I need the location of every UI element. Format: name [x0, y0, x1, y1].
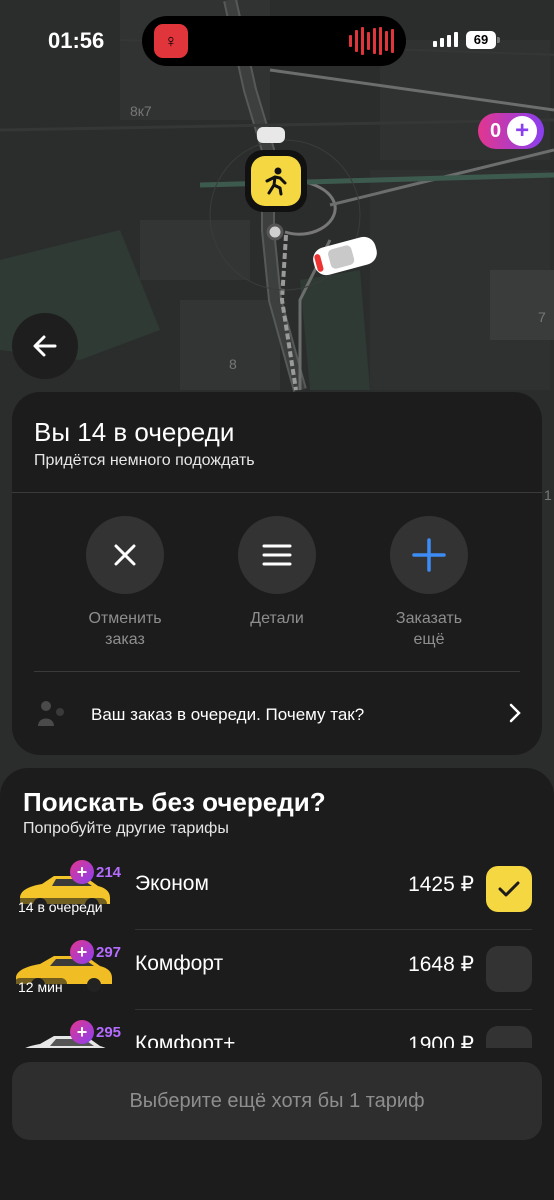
order-more-button[interactable]: Заказать ещё — [359, 516, 499, 650]
other-tariffs-title: Поискать без очереди? — [23, 787, 326, 817]
cancel-label: заказ — [105, 631, 145, 648]
queue-subtitle: Придётся немного подождать — [34, 452, 255, 469]
plus-cashback-badge: +214 — [70, 860, 121, 884]
map-label: 1 — [544, 487, 552, 503]
order-more-label: ещё — [413, 631, 445, 648]
plus-points-button[interactable]: 0 + — [478, 113, 544, 149]
why-in-queue-link[interactable]: Ваш заказ в очереди. Почему так? — [91, 705, 364, 725]
arrow-left-icon — [33, 335, 57, 357]
order-button[interactable]: Выберите ещё хотя бы 1 тариф — [12, 1062, 542, 1140]
pickup-pin[interactable] — [245, 150, 307, 212]
signal-icon — [433, 32, 458, 47]
cancel-order-button[interactable]: Отменить заказ — [55, 516, 195, 650]
recording-app-icon: ♀ — [154, 24, 188, 58]
tariff-checkbox[interactable] — [486, 946, 532, 992]
tariff-row-econom[interactable]: +214 14 в очереди Эконом 1425 ₽ — [0, 850, 554, 930]
plus-points-count: 0 — [490, 119, 502, 142]
tariff-name: Комфорт — [135, 952, 224, 975]
cancel-label: Отменить — [88, 610, 162, 627]
map-label: 7 — [538, 309, 546, 325]
status-time: 01:56 — [48, 28, 105, 53]
dynamic-island[interactable]: ♀ — [142, 16, 406, 66]
other-tariffs-subtitle: Попробуйте другие тарифы — [23, 820, 229, 837]
tariff-price: 1648 ₽ — [408, 953, 474, 976]
checkmark-icon — [498, 881, 520, 897]
battery-icon: 69 — [466, 31, 496, 49]
cashback-points: 295 — [96, 1023, 122, 1041]
tariff-checkbox[interactable] — [486, 866, 532, 912]
divider — [34, 671, 520, 672]
order-more-label: Заказать — [395, 610, 463, 627]
tariff-name: Эконом — [135, 872, 209, 895]
divider — [12, 492, 542, 493]
map-label: 8к7 — [130, 103, 152, 119]
plus-cashback-badge: +297 — [70, 940, 121, 964]
close-icon — [86, 516, 164, 594]
pedestrian-icon — [251, 156, 301, 206]
tariff-note: 14 в очереди — [14, 898, 107, 916]
cashback-points: 214 — [96, 863, 122, 881]
queue-title: Вы 14 в очереди — [34, 417, 235, 447]
audio-wave-icon — [349, 27, 394, 55]
details-label: Детали — [250, 610, 304, 627]
queue-info-icon — [34, 698, 68, 728]
map-label: 8 — [229, 356, 237, 372]
details-button[interactable]: Детали — [207, 516, 347, 629]
cashback-points: 297 — [96, 943, 122, 961]
plus-icon: + — [507, 116, 538, 146]
plus-icon — [390, 516, 468, 594]
tariff-price: 1425 ₽ — [408, 873, 474, 896]
battery-cap — [497, 37, 500, 43]
back-button[interactable] — [12, 313, 78, 379]
tariff-row-comfort[interactable]: +297 12 мин Комфорт 1648 ₽ — [0, 930, 554, 1010]
menu-icon — [238, 516, 316, 594]
plus-cashback-badge: +295 — [70, 1020, 121, 1044]
chevron-right-icon[interactable] — [508, 702, 522, 730]
tariff-note: 12 мин — [14, 978, 67, 996]
